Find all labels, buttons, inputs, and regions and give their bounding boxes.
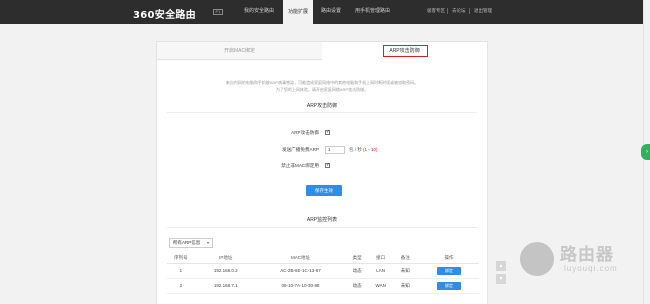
nav-mobile-manage[interactable]: 用手机管理路由: [355, 7, 390, 14]
brand-logo[interactable]: 360安全路由: [133, 6, 196, 21]
cell-index: 1: [167, 263, 195, 279]
label-arp-defense: ARP攻击防御: [291, 130, 319, 135]
cell-action: 绑定: [419, 278, 479, 294]
link-logout[interactable]: 退出管理: [474, 8, 492, 14]
tab-bar: 开启MAC绑定 ARP攻击防御: [157, 42, 487, 60]
cell-ip: 192.168.0.2: [194, 263, 257, 279]
section-title-arp-list: ARP监控列表: [306, 217, 338, 223]
cell-action: 绑定: [419, 263, 479, 279]
chevron-down-icon: ▾: [206, 240, 209, 245]
save-button[interactable]: 保存生效: [306, 185, 342, 196]
separator: [447, 8, 448, 14]
nav-my-router[interactable]: 我的安全路由: [244, 7, 274, 14]
cell-type: 动态: [344, 278, 370, 294]
divider: [167, 112, 477, 113]
cell-ip: 192.168.7.1: [194, 278, 257, 294]
col-index: 序列号: [167, 254, 195, 264]
col-ip: IP地址: [194, 254, 257, 264]
cell-index: 2: [167, 278, 195, 294]
top-navbar: 360安全路由 P1 我的安全路由 功能扩展 路由设置 用手机管理路由 极客专区…: [0, 0, 650, 24]
active-tab-highlight: [383, 45, 428, 57]
watermark-title: 路由器: [560, 245, 614, 265]
cell-type: 动态: [344, 263, 370, 279]
col-mac: MAC地址: [256, 254, 345, 264]
broadcast-rate-input[interactable]: 1: [325, 146, 345, 154]
broadcast-unit: 包 / 秒 (1 - 10): [349, 147, 378, 153]
unit-label: 包 / 秒: [349, 147, 362, 152]
table-row: 2 192.168.7.1 08-10-7A-10-30-88 动态 WAN 未…: [167, 278, 479, 294]
cell-note: 未知: [391, 278, 420, 294]
section-title-arp-defense: ARP攻击防御: [306, 103, 338, 109]
scroll-down-icon[interactable]: ▼: [496, 274, 506, 284]
col-type: 类型: [344, 254, 370, 264]
cell-interface: WAN: [369, 278, 392, 294]
cell-mac: 08-10-7A-10-30-88: [256, 278, 345, 294]
checkbox-arp-defense[interactable]: ✓: [325, 130, 330, 135]
link-geek-zone[interactable]: 极客专区: [427, 8, 445, 14]
table-row: 1 192.168.0.2 AC-2B-6E-1C-13-67 动态 LAN 未…: [167, 263, 479, 279]
col-note: 备注: [391, 254, 420, 264]
label-broadcast-arp: 发送广播免费ARP: [281, 147, 319, 152]
main-panel: 开启MAC绑定 ARP攻击防御 来自内网的电脑和手机被ARP病毒感染，可能造成家…: [156, 41, 488, 304]
divider: [167, 227, 477, 228]
cell-note: 未知: [391, 263, 420, 279]
table-header-row: 序列号 IP地址 MAC地址 类型 接口 备注 操作: [167, 254, 479, 264]
description-line-2: 为了您的上网体验，请开启家庭网络ARP攻击防御。: [275, 87, 369, 92]
nav-function-extension[interactable]: 功能扩展: [283, 0, 314, 24]
cell-mac: AC-2B-6E-1C-13-67: [256, 263, 345, 279]
col-action: 操作: [419, 254, 479, 264]
side-helper-icon[interactable]: ›: [641, 144, 650, 160]
label-block-unbound: 禁止非MAC绑定用: [281, 163, 319, 168]
nav-router-settings[interactable]: 路由设置: [321, 7, 341, 14]
checkbox-block-unbound[interactable]: ✓: [325, 163, 330, 168]
arp-table: 序列号 IP地址 MAC地址 类型 接口 备注 操作 1 192.168.0.2…: [167, 254, 479, 294]
cell-interface: LAN: [369, 263, 392, 279]
bind-button[interactable]: 绑定: [437, 281, 462, 290]
site-watermark: 路由器 luyouqi.com: [520, 236, 638, 298]
col-interface: 接口: [369, 254, 392, 264]
range-hint: (1 - 10): [363, 147, 378, 152]
bind-button[interactable]: 绑定: [437, 266, 462, 275]
tab-mac-binding[interactable]: 开启MAC绑定: [157, 42, 322, 60]
tab-arp-defense[interactable]: ARP攻击防御: [322, 42, 487, 60]
model-badge: P1: [213, 9, 223, 15]
watermark-subtitle: luyouqi.com: [564, 264, 618, 273]
link-forum[interactable]: 去论坛: [452, 8, 466, 14]
separator: [469, 8, 470, 14]
description-line-1: 来自内网的电脑和手机被ARP病毒感染，可能造成家庭网络中的其他电脑和手机上网时断…: [225, 80, 419, 85]
scroll-up-icon[interactable]: ▲: [496, 261, 506, 271]
watermark-logo-icon: [520, 242, 554, 276]
arp-filter-select[interactable]: 所有ARP信息 ▾: [169, 238, 213, 248]
arp-filter-value: 所有ARP信息: [173, 240, 201, 245]
